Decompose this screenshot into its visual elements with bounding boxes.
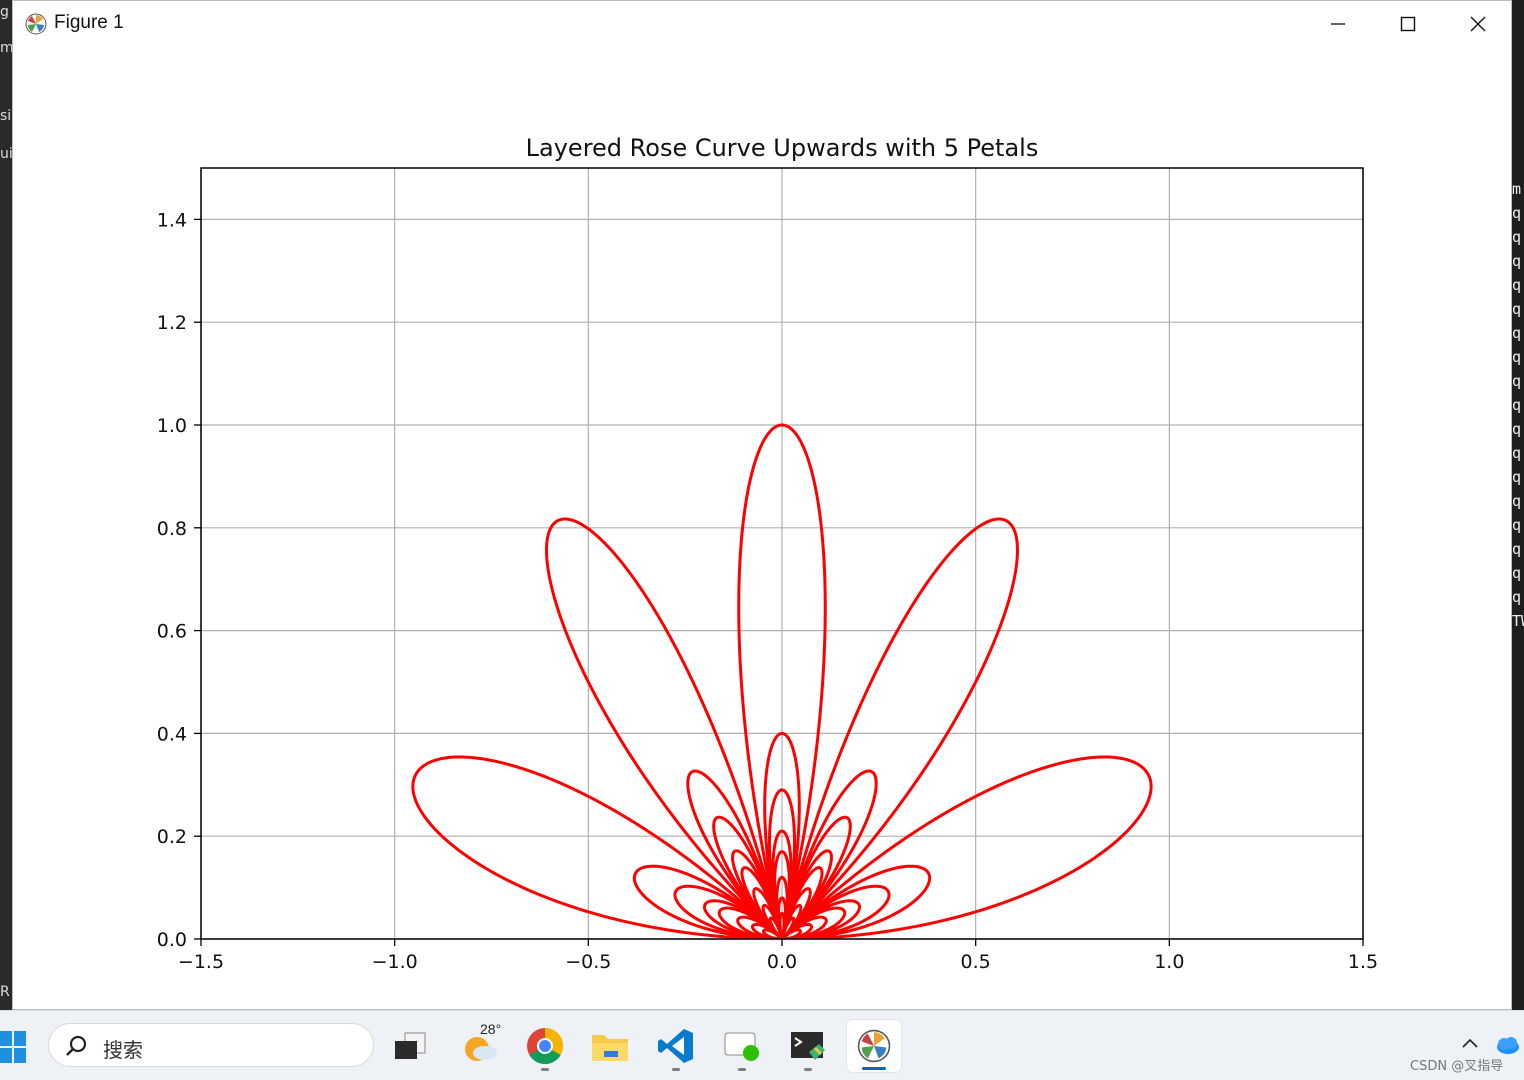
taskbar-task-view[interactable]	[382, 1019, 438, 1073]
task-view-icon	[395, 1032, 426, 1059]
bg-right-text: q	[1512, 516, 1522, 534]
figure-window: Figure 1 −1.5 −1.0 −0.5 0.0 0.5 1.0 1.5 0.0 0.2 0…	[12, 0, 1512, 1010]
bg-left-text: g	[0, 4, 9, 20]
running-indicator	[672, 1068, 680, 1071]
taskbar-file-explorer[interactable]	[582, 1019, 638, 1073]
maximize-icon	[1400, 16, 1416, 32]
x-tick-label: −0.5	[565, 951, 611, 973]
bg-right-text: TW	[1512, 612, 1524, 630]
bg-right-text: q	[1512, 324, 1522, 342]
start-icon[interactable]	[0, 1029, 28, 1065]
bg-right-text: q	[1512, 420, 1522, 438]
chrome-icon	[527, 1028, 564, 1065]
folder-icon	[592, 1035, 628, 1061]
taskbar-search[interactable]: 搜索	[48, 1023, 374, 1067]
matplotlib-icon	[857, 1029, 891, 1063]
bg-right-text: q	[1512, 276, 1522, 294]
taskbar: 搜索 28° CSDN @叉指导	[0, 1010, 1524, 1080]
bg-right-text: q	[1512, 228, 1522, 246]
minimize-icon	[1331, 23, 1345, 25]
x-tick-label: 0.5	[961, 951, 991, 973]
y-tick-label: 1.0	[157, 415, 187, 437]
chevron-up-icon[interactable]	[1460, 1035, 1480, 1051]
bg-right-text: q	[1512, 444, 1522, 462]
active-indicator	[862, 1067, 886, 1070]
matplotlib-icon	[25, 13, 47, 35]
y-tick-label: 0.2	[157, 826, 187, 848]
bg-right-text: q	[1512, 348, 1522, 366]
bg-left-text: ui	[0, 146, 12, 162]
wechat-icon	[724, 1032, 759, 1061]
watermark-text: CSDN @叉指导	[1410, 1059, 1504, 1074]
x-tick-label: −1.5	[178, 951, 224, 973]
taskbar-chrome[interactable]	[517, 1019, 573, 1073]
taskbar-figure-window[interactable]	[846, 1019, 902, 1073]
y-tick-label: 0.4	[157, 723, 187, 745]
x-tick-label: 1.5	[1348, 951, 1378, 973]
bg-right-text: q	[1512, 204, 1522, 222]
figure-canvas: −1.5 −1.0 −0.5 0.0 0.5 1.0 1.5 0.0 0.2 0.4 0.6 0.8 1…	[157, 134, 1378, 973]
minimize-button[interactable]	[1303, 1, 1373, 47]
bg-right-text: q	[1512, 396, 1522, 414]
x-tick-label: −1.0	[372, 951, 418, 973]
running-indicator	[804, 1068, 812, 1071]
running-indicator	[541, 1068, 549, 1071]
window-title: Figure 1	[54, 12, 124, 33]
y-tick-label: 0.6	[157, 621, 187, 643]
taskbar-wechat[interactable]	[714, 1019, 770, 1073]
bg-right-text: q	[1512, 492, 1522, 510]
search-placeholder: 搜索	[103, 1038, 143, 1062]
y-tick-label: 1.4	[157, 209, 187, 231]
x-tick-label: 0.0	[767, 951, 797, 973]
bg-right-text: q	[1512, 540, 1522, 558]
weather-temperature: 28°	[480, 1021, 502, 1037]
maximize-button[interactable]	[1373, 1, 1443, 47]
bg-right-text: q	[1512, 300, 1522, 318]
search-icon	[66, 1035, 87, 1056]
y-tick-label: 0.0	[157, 929, 187, 951]
bg-right-text: q	[1512, 252, 1522, 270]
bg-right-text: q	[1512, 564, 1522, 582]
bg-right-text: m	[1512, 180, 1522, 198]
onedrive-icon[interactable]	[1494, 1035, 1520, 1055]
running-indicator	[738, 1068, 746, 1071]
y-tick-label: 1.2	[157, 312, 187, 334]
bg-left-text: si	[0, 108, 12, 124]
title-bar[interactable]: Figure 1	[13, 1, 1511, 47]
vscode-icon	[658, 1029, 693, 1063]
taskbar-vscode[interactable]	[648, 1019, 704, 1073]
close-button[interactable]	[1443, 1, 1513, 47]
bg-left-text: m	[0, 40, 12, 56]
close-icon	[1470, 16, 1486, 32]
bg-right-text: q	[1512, 588, 1522, 606]
y-tick-label: 0.8	[157, 518, 187, 540]
taskbar-terminal[interactable]	[780, 1019, 836, 1073]
bg-right-text: q	[1512, 372, 1522, 390]
terminal-icon	[791, 1032, 825, 1060]
chart-title: Layered Rose Curve Upwards with 5 Petals	[526, 134, 1039, 162]
bg-right-text: q	[1512, 468, 1522, 486]
x-tick-label: 1.0	[1154, 951, 1184, 973]
bg-left-text: R	[0, 984, 10, 1000]
